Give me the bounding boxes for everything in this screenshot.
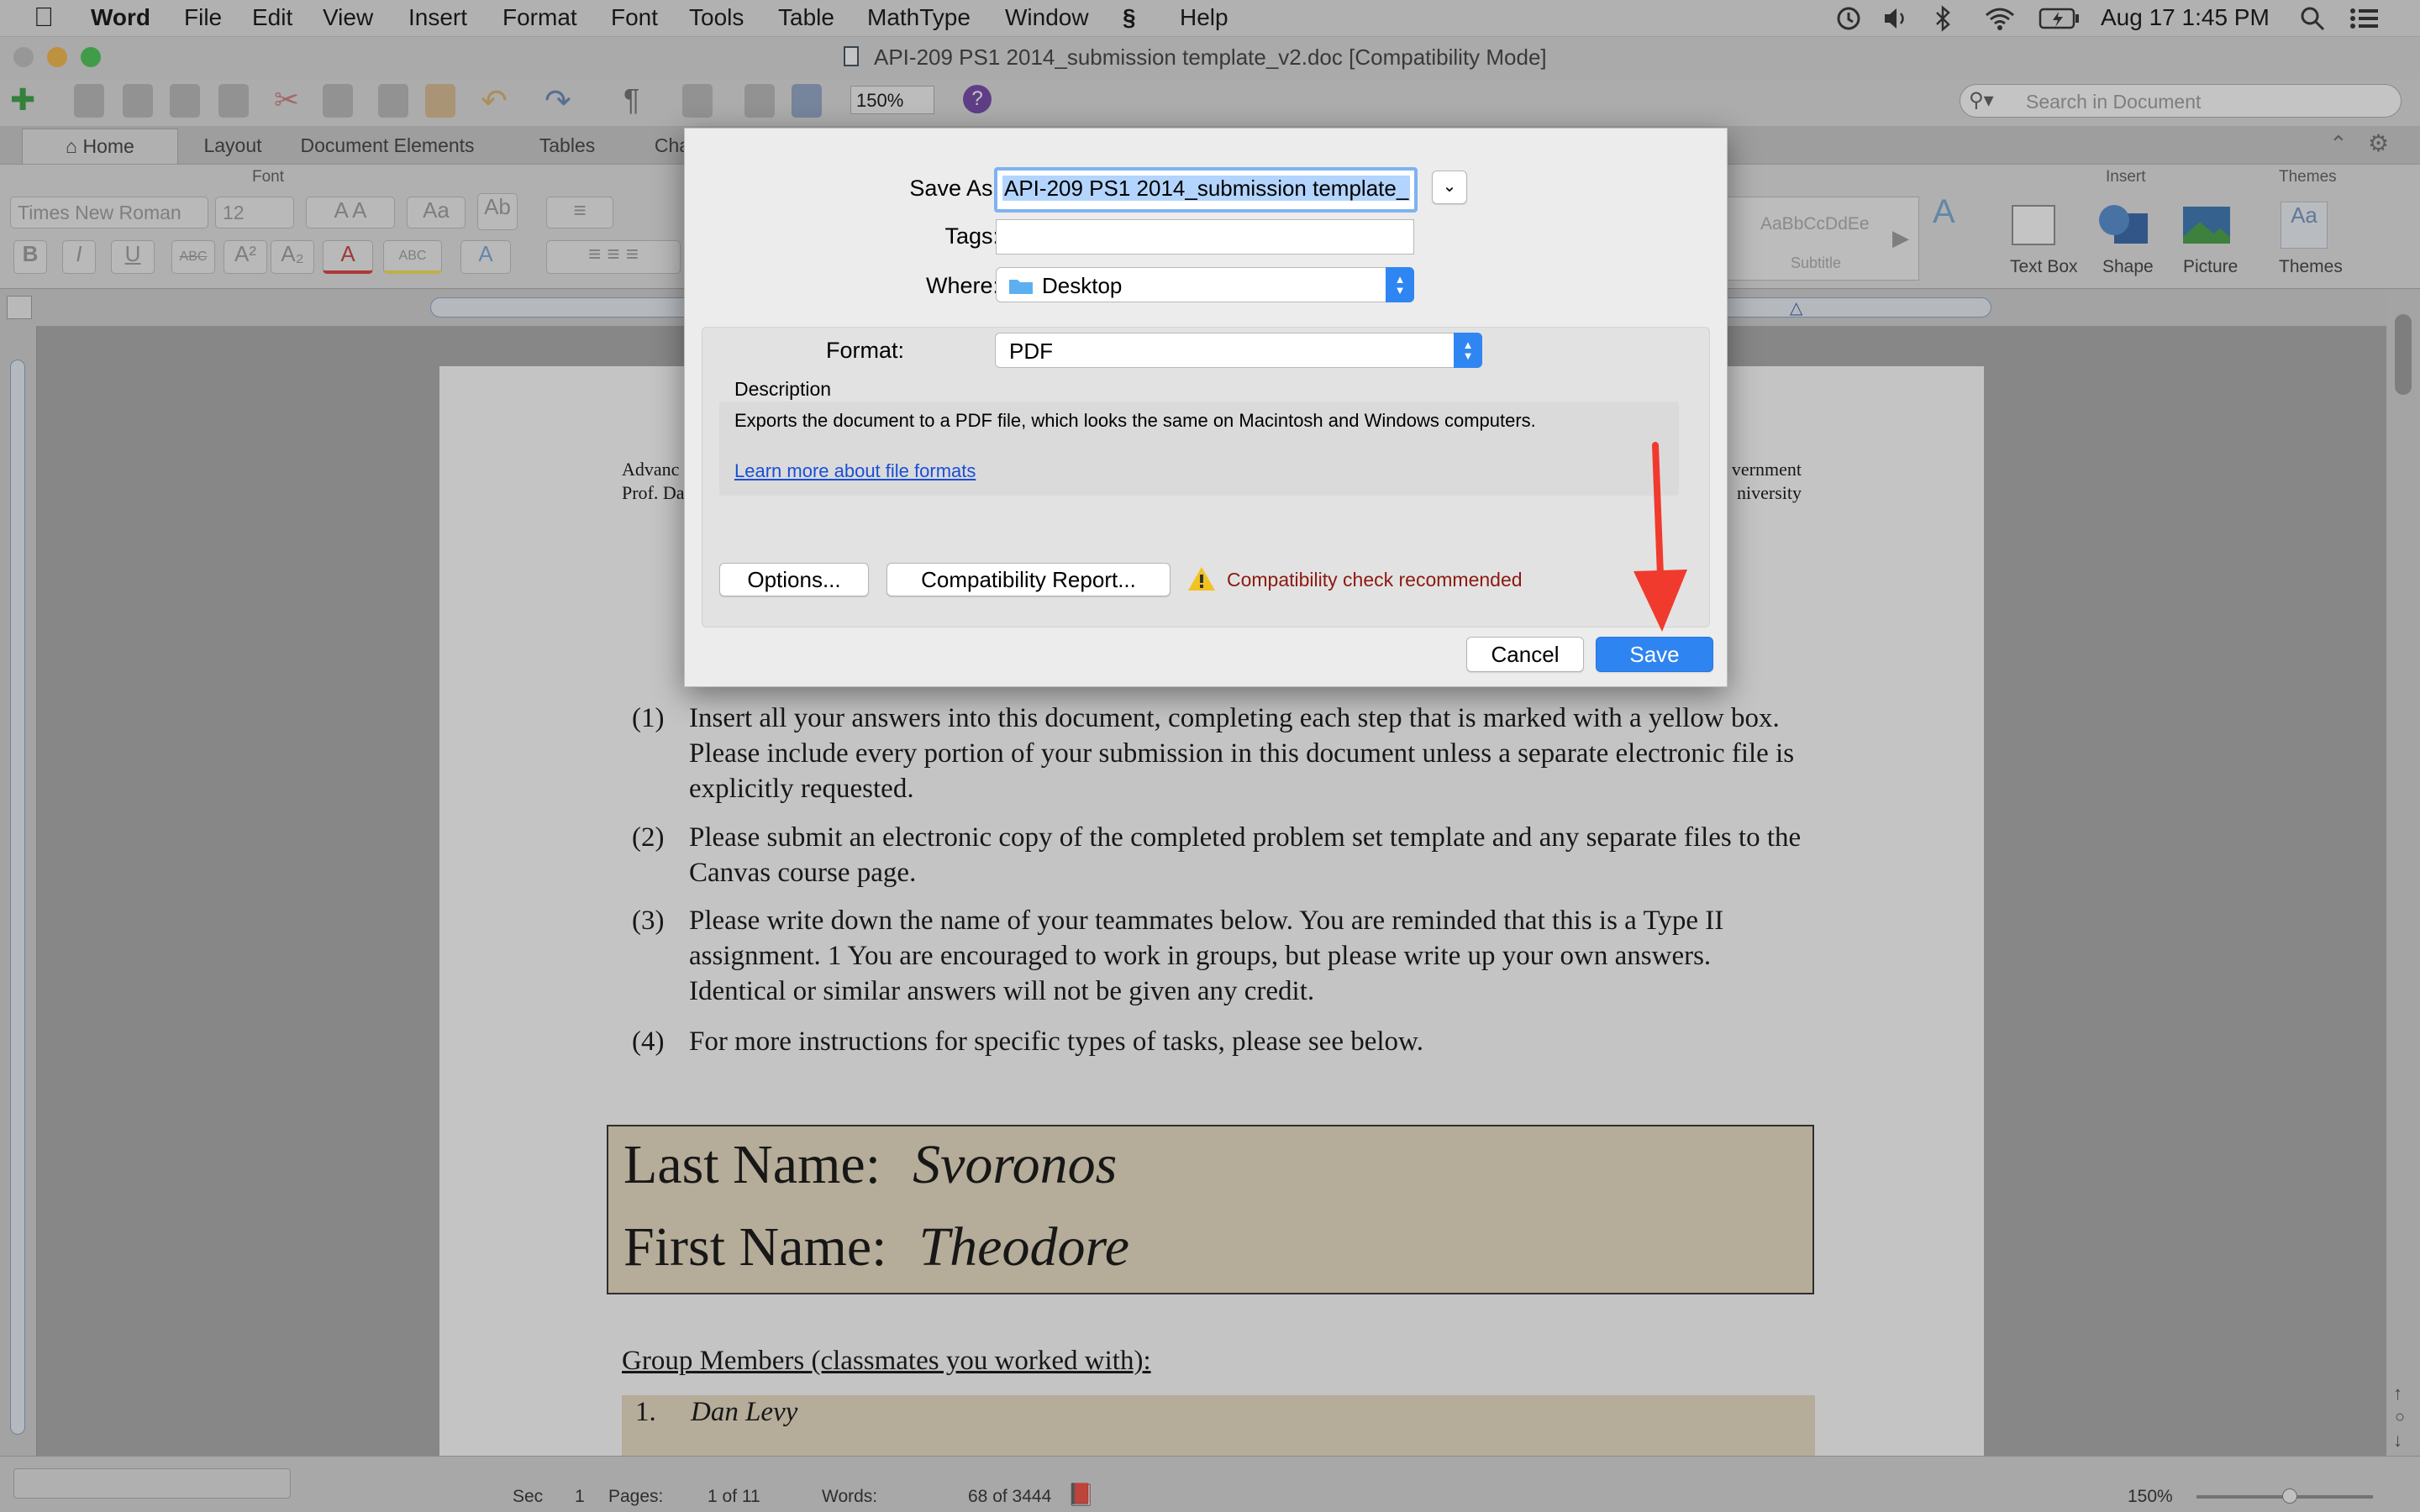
- save-as-field[interactable]: API-209 PS1 2014_submission template_: [994, 167, 1418, 213]
- save-dialog: Save As: API-209 PS1 2014_submission tem…: [684, 128, 1728, 687]
- description-box: Exports the document to a PDF file, whic…: [719, 402, 1679, 496]
- chevron-down-icon: ⌄: [1442, 177, 1457, 196]
- tags-label: Tags:: [944, 223, 999, 249]
- format-stepper-icon: ▲ ▼: [1454, 333, 1482, 368]
- cancel-button[interactable]: Cancel: [1466, 637, 1584, 672]
- where-value: Desktop: [1042, 273, 1123, 298]
- options-button[interactable]: Options...: [719, 563, 869, 596]
- learn-more-link[interactable]: Learn more about file formats: [734, 460, 976, 482]
- tags-field[interactable]: [996, 219, 1414, 255]
- compatibility-warning-text: Compatibility check recommended: [1227, 569, 1523, 591]
- compatibility-report-button[interactable]: Compatibility Report...: [886, 563, 1171, 596]
- where-label: Where:: [925, 273, 999, 298]
- format-options-panel: Format: PDF ▲ ▼ Description Exports the d…: [702, 327, 1710, 627]
- format-label: Format:: [825, 338, 904, 363]
- red-arrow-annotation: [1634, 442, 1687, 632]
- where-stepper-icon: ▲ ▼: [1386, 267, 1414, 302]
- expand-dialog-button[interactable]: ⌄: [1432, 171, 1467, 204]
- warning-icon: [1188, 567, 1215, 591]
- folder-icon: [1009, 280, 1033, 294]
- save-button[interactable]: Save: [1596, 637, 1713, 672]
- format-value: PDF: [1009, 339, 1053, 364]
- save-as-label: Save As:: [909, 176, 999, 201]
- description-label: Description: [734, 378, 832, 400]
- format-popup[interactable]: PDF ▲ ▼: [995, 333, 1482, 368]
- description-text: Exports the document to a PDF file, whic…: [734, 410, 1536, 431]
- where-popup[interactable]: Desktop ▲ ▼: [996, 267, 1414, 302]
